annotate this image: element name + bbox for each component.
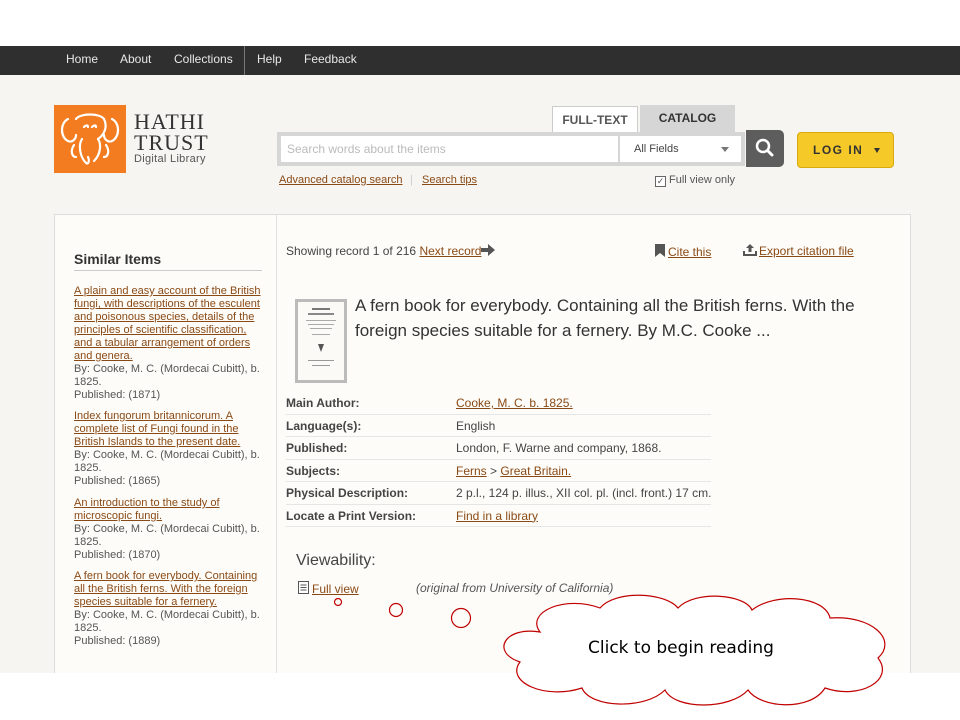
detail-label: Published: xyxy=(286,441,348,455)
full-view-item[interactable]: Full view xyxy=(298,581,359,596)
record-details-table: Main Author: Cooke, M. C. b. 1825. Langu… xyxy=(286,392,711,527)
cite-this[interactable]: Cite this xyxy=(655,244,711,259)
search-field-select[interactable]: All Fields xyxy=(620,136,741,162)
subject-separator: > xyxy=(490,463,498,478)
similar-items-heading: Similar Items xyxy=(74,251,162,267)
detail-label: Locate a Print Version: xyxy=(286,508,417,523)
bookmark-icon xyxy=(655,244,665,257)
nav-feedback-link[interactable]: Feedback xyxy=(304,52,357,66)
subject-ferns-link[interactable]: Ferns xyxy=(456,464,487,478)
login-button[interactable]: LOG IN xyxy=(797,132,894,168)
similar-item-link[interactable]: A fern book for everybody. Containing al… xyxy=(74,570,266,609)
similar-item-published: Published: (1889) xyxy=(74,635,161,647)
nav-help-link[interactable]: Help xyxy=(257,52,282,66)
detail-row-language: Language(s): English xyxy=(286,415,711,437)
callout-text: Click to begin reading xyxy=(588,638,774,658)
similar-item: A fern book for everybody. Containing al… xyxy=(74,570,266,648)
logo-text-digital-library: Digital Library xyxy=(134,153,206,165)
similar-item-author: By: Cooke, M. C. (Mordecai Cubitt), b. 1… xyxy=(74,523,260,548)
detail-row-physical-description: Physical Description: 2 p.l., 124 p. ill… xyxy=(286,482,711,505)
search-bar: All Fields xyxy=(277,132,745,166)
export-citation[interactable]: Export citation file xyxy=(743,244,854,258)
original-source-note: (original from University of California) xyxy=(416,581,614,595)
nav-home-link[interactable]: Home xyxy=(66,52,98,66)
next-record-link[interactable]: Next record xyxy=(419,244,481,258)
full-view-link[interactable]: Full view xyxy=(312,582,359,596)
main-content-panel: Similar Items A plain and easy account o… xyxy=(54,214,911,673)
similar-item-author: By: Cooke, M. C. (Mordecai Cubitt), b. 1… xyxy=(74,363,260,388)
main-author-link[interactable]: Cooke, M. C. b. 1825. xyxy=(456,396,573,410)
full-view-only-label: Full view only xyxy=(669,174,736,186)
similar-item-author: By: Cooke, M. C. (Mordecai Cubitt), b. 1… xyxy=(74,449,260,474)
similar-item-author: By: Cooke, M. C. (Mordecai Cubitt), b. 1… xyxy=(74,609,260,634)
similar-item-published: Published: (1870) xyxy=(74,549,161,561)
nav-about-link[interactable]: About xyxy=(120,52,151,66)
export-icon xyxy=(743,244,757,256)
record-detail: Showing record 1 of 216 Next record Cite… xyxy=(286,215,906,673)
sidebar-divider xyxy=(74,270,262,271)
similar-items-sidebar: Similar Items A plain and easy account o… xyxy=(55,215,277,673)
record-count: Showing record 1 of 216 Next record xyxy=(286,244,496,258)
nav-divider xyxy=(244,46,245,75)
language-value: English xyxy=(456,418,496,433)
similar-item: A plain and easy account of the British … xyxy=(74,285,266,402)
record-title: A fern book for everybody. Containing al… xyxy=(355,296,855,340)
find-in-library-link[interactable]: Find in a library xyxy=(456,509,538,523)
top-navigation-bar: Home About Collections Help Feedback xyxy=(0,46,960,75)
full-view-only-checkbox[interactable]: ✓ xyxy=(655,176,666,187)
search-icon xyxy=(755,138,774,157)
similar-item-published: Published: (1865) xyxy=(74,475,161,487)
similar-item-published: Published: (1871) xyxy=(74,389,161,401)
subject-great-britain-link[interactable]: Great Britain. xyxy=(500,464,571,478)
detail-label: Language(s): xyxy=(286,418,362,433)
record-count-text: Showing record 1 of 216 xyxy=(286,244,417,258)
detail-row-locate: Locate a Print Version: Find in a librar… xyxy=(286,505,711,527)
elephant-logo-icon xyxy=(54,105,126,173)
similar-item-link[interactable]: Index fungorum britannicorum. A complete… xyxy=(74,410,266,449)
search-tips-link[interactable]: Search tips xyxy=(422,174,477,186)
detail-row-published: Published: London, F. Warne and company,… xyxy=(286,437,711,460)
similar-item-link[interactable]: An introduction to the study of microsco… xyxy=(74,497,266,523)
page-body: HATHI TRUST Digital Library FULL-TEXT CA… xyxy=(0,75,960,673)
book-cover-thumbnail[interactable] xyxy=(295,299,347,383)
viewability-heading: Viewability: xyxy=(296,552,376,569)
search-button[interactable] xyxy=(746,130,784,167)
detail-label: Main Author: xyxy=(286,396,360,410)
detail-label: Subjects: xyxy=(286,463,341,478)
full-view-only-option[interactable]: ✓ Full view only xyxy=(655,174,735,187)
arrow-right-icon[interactable] xyxy=(481,244,496,256)
search-field-selected-value: All Fields xyxy=(634,143,679,155)
cite-this-link[interactable]: Cite this xyxy=(668,245,711,259)
similar-item-link[interactable]: A plain and easy account of the British … xyxy=(74,285,266,363)
link-divider: | xyxy=(410,174,413,186)
hathitrust-logo[interactable]: HATHI TRUST Digital Library xyxy=(54,105,214,173)
detail-row-subjects: Subjects: Ferns > Great Britain. xyxy=(286,460,711,482)
login-label: LOG IN xyxy=(813,143,864,157)
nav-collections-link[interactable]: Collections xyxy=(174,52,233,66)
detail-label: Physical Description: xyxy=(286,486,409,500)
advanced-catalog-search-link[interactable]: Advanced catalog search xyxy=(279,174,403,186)
document-icon xyxy=(298,581,309,594)
similar-item: An introduction to the study of microsco… xyxy=(74,497,266,562)
caret-down-icon xyxy=(874,148,880,153)
physical-description-value: 2 p.l., 124 p. illus., XII col. pl. (inc… xyxy=(456,486,712,500)
export-citation-link[interactable]: Export citation file xyxy=(759,244,854,258)
tab-catalog[interactable]: CATALOG xyxy=(640,105,735,132)
tab-full-text[interactable]: FULL-TEXT xyxy=(552,106,638,133)
detail-row-main-author: Main Author: Cooke, M. C. b. 1825. xyxy=(286,392,711,415)
similar-item: Index fungorum britannicorum. A complete… xyxy=(74,410,266,488)
search-input[interactable] xyxy=(281,136,618,162)
published-value: London, F. Warne and company, 1868. xyxy=(456,441,662,455)
chevron-down-icon xyxy=(721,147,729,152)
